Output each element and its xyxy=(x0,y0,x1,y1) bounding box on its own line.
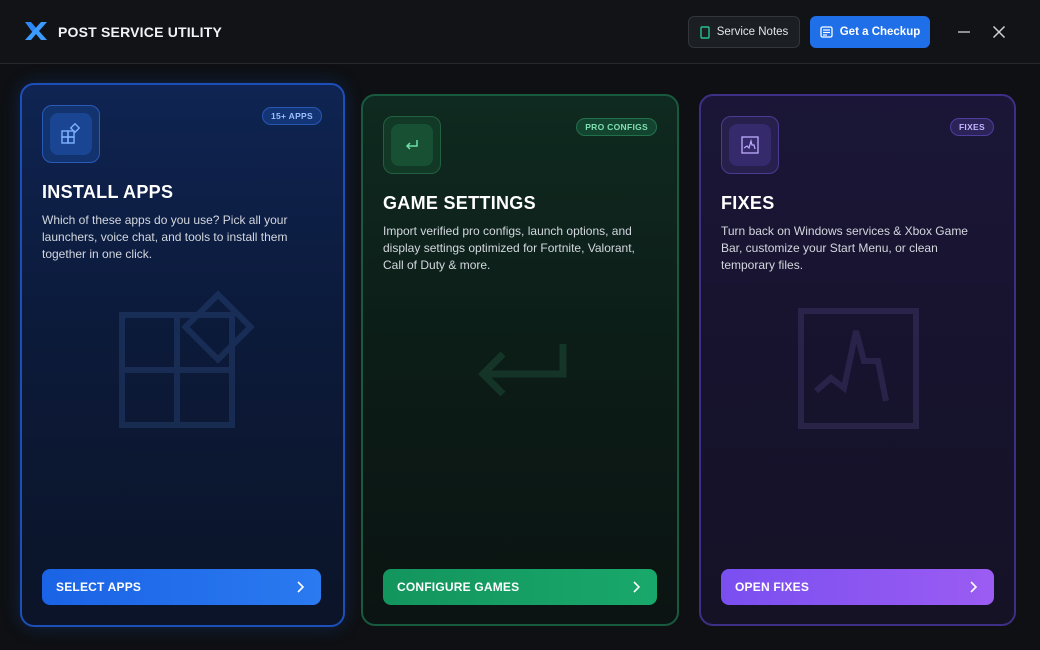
fixes-card[interactable]: FIXES FIXES Turn back on Windows service… xyxy=(699,94,1016,626)
install-apps-card[interactable]: 15+ APPS INSTALL APPS Which of these app… xyxy=(20,83,345,627)
get-checkup-label: Get a Checkup xyxy=(839,26,921,38)
select-apps-label: SELECT APPS xyxy=(56,580,142,594)
close-icon xyxy=(992,25,1006,39)
enter-arrow-watermark-icon xyxy=(478,344,567,396)
open-fixes-button[interactable]: OPEN FIXES xyxy=(721,569,994,605)
get-checkup-button[interactable]: Get a Checkup xyxy=(810,16,930,48)
install-apps-title: INSTALL APPS xyxy=(42,182,174,202)
title-bar: POST SERVICE UTILITY Service Notes Get a… xyxy=(0,0,1040,64)
apps-grid-icon xyxy=(61,123,81,144)
chevron-right-icon xyxy=(633,581,641,593)
fixes-badge: FIXES xyxy=(949,118,994,136)
clipboard-icon xyxy=(820,26,833,38)
game-settings-card[interactable]: PRO CONFIGS GAME SETTINGS Import verifie… xyxy=(361,94,679,626)
service-notes-button[interactable]: Service Notes xyxy=(688,16,800,48)
configure-games-label: CONFIGURE GAMES xyxy=(397,580,520,594)
notebook-icon xyxy=(700,25,710,39)
fixes-description: Turn back on Windows services & Xbox Gam… xyxy=(721,224,968,272)
game-settings-description: Import verified pro configs, launch opti… xyxy=(383,224,635,272)
activity-chart-watermark-icon xyxy=(798,308,919,429)
fixes-icon-box xyxy=(721,116,779,174)
app-title: POST SERVICE UTILITY xyxy=(58,24,222,40)
open-fixes-label: OPEN FIXES xyxy=(735,580,810,594)
install-apps-icon-box xyxy=(42,105,100,163)
install-apps-badge: 15+ APPS xyxy=(261,107,322,125)
game-settings-title: GAME SETTINGS xyxy=(383,193,536,213)
service-notes-label: Service Notes xyxy=(716,26,789,38)
minimize-icon xyxy=(958,31,970,33)
install-apps-description: Which of these apps do you use? Pick all… xyxy=(42,213,288,261)
minimize-button[interactable] xyxy=(952,20,976,44)
select-apps-button[interactable]: SELECT APPS xyxy=(42,569,321,605)
configure-games-button[interactable]: CONFIGURE GAMES xyxy=(383,569,657,605)
close-button[interactable] xyxy=(987,20,1011,44)
fixes-title: FIXES xyxy=(721,193,775,213)
activity-chart-icon xyxy=(741,136,759,154)
game-settings-icon-box xyxy=(383,116,441,174)
game-settings-badge: PRO CONFIGS xyxy=(576,118,657,136)
x-logo-icon xyxy=(25,22,47,40)
apps-grid-watermark-icon xyxy=(119,290,255,428)
enter-arrow-icon xyxy=(405,140,418,150)
chevron-right-icon xyxy=(297,581,305,593)
chevron-right-icon xyxy=(970,581,978,593)
